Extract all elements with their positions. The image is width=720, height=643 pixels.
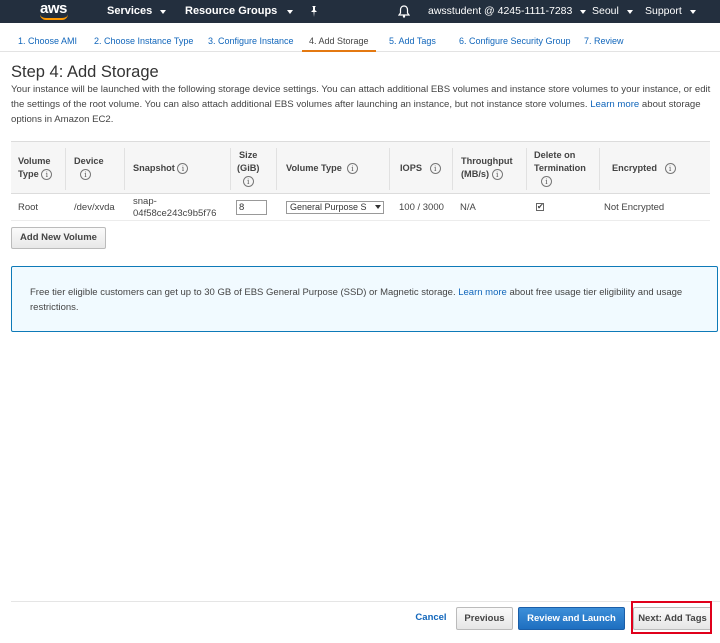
tab-configure-instance[interactable]: 3. Configure Instance	[208, 23, 294, 52]
pin-icon[interactable]	[309, 0, 319, 23]
region-label: Seoul	[592, 5, 619, 17]
tab-add-storage[interactable]: 4. Add Storage	[302, 23, 376, 52]
volume-type-select[interactable]: General Purpose S	[286, 201, 384, 214]
size-input[interactable]	[236, 200, 267, 215]
resource-groups-label: Resource Groups	[185, 5, 278, 17]
info-icon[interactable]: i	[41, 169, 53, 181]
info-icon[interactable]: i	[664, 163, 676, 175]
chevron-down-icon	[626, 9, 633, 14]
chevron-down-icon	[580, 9, 587, 14]
header-volume-type-select: Volume Type i	[286, 162, 358, 175]
info-icon[interactable]: i	[80, 169, 91, 181]
footer-divider	[11, 601, 720, 602]
services-label: Services	[107, 5, 153, 17]
header-throughput: Throughput (MB/s) i	[461, 156, 513, 181]
next-button-highlight-box	[631, 601, 712, 634]
chevron-down-icon	[375, 205, 381, 209]
cell-throughput: N/A	[460, 202, 476, 213]
info-icon[interactable]: i	[346, 163, 358, 175]
resource-groups-menu[interactable]: Resource Groups	[185, 0, 294, 23]
tab-choose-instance-type[interactable]: 2. Choose Instance Type	[94, 23, 193, 52]
region-menu[interactable]: Seoul	[592, 0, 633, 23]
top-navbar: aws Services Resource Groups awsstudent …	[0, 0, 720, 23]
volume-type-value: General Purpose S	[290, 202, 367, 212]
support-label: Support	[645, 5, 682, 17]
account-label: awsstudent @ 4245-1111-7283	[428, 5, 573, 17]
cancel-button[interactable]: Cancel	[408, 607, 454, 630]
header-delete-on-termination: Delete on Termination i	[534, 150, 586, 188]
tab-add-tags[interactable]: 5. Add Tags	[389, 23, 436, 52]
header-device: Device i	[74, 156, 104, 181]
add-new-volume-button[interactable]: Add New Volume	[11, 227, 106, 249]
info-icon[interactable]: i	[242, 176, 254, 188]
chevron-down-icon	[689, 9, 696, 14]
cell-snapshot: snap- 04f58ce243c9b5f76	[133, 196, 217, 219]
header-snapshot: Snapshot i	[133, 162, 189, 175]
info-icon[interactable]: i	[541, 176, 552, 188]
learn-more-link[interactable]: Learn more	[590, 99, 639, 110]
review-and-launch-button[interactable]: Review and Launch	[518, 607, 625, 630]
support-menu[interactable]: Support	[645, 0, 696, 23]
free-tier-learn-more-link[interactable]: Learn more	[458, 287, 507, 298]
aws-logo[interactable]: aws	[40, 0, 68, 23]
storage-table-header: Volume Type i Device i Snapshot i Size (…	[11, 141, 710, 194]
page-title: Step 4: Add Storage	[11, 63, 159, 81]
bell-icon[interactable]	[398, 0, 410, 23]
info-icon[interactable]: i	[491, 169, 503, 181]
previous-button[interactable]: Previous	[456, 607, 513, 630]
info-icon[interactable]: i	[177, 163, 189, 175]
account-menu[interactable]: awsstudent @ 4245-1111-7283	[428, 0, 587, 23]
delete-on-termination-checkbox[interactable]: ✔	[536, 203, 544, 211]
header-size: Size (GiB) i	[237, 150, 260, 188]
cell-device: /dev/xvda	[74, 202, 115, 213]
tab-configure-security-group[interactable]: 6. Configure Security Group	[459, 23, 571, 52]
tab-choose-ami[interactable]: 1. Choose AMI	[18, 23, 77, 52]
header-encrypted: Encrypted i	[612, 162, 676, 175]
aws-logo-smile-icon	[40, 14, 68, 20]
cell-volume-type: Root	[18, 202, 39, 213]
header-iops: IOPS i	[400, 162, 441, 175]
cell-iops: 100 / 3000	[399, 202, 444, 213]
page-description: Your instance will be launched with the …	[11, 82, 711, 127]
tab-review[interactable]: 7. Review	[584, 23, 624, 52]
info-icon[interactable]: i	[429, 163, 441, 175]
services-menu[interactable]: Services	[107, 0, 167, 23]
header-volume-type: Volume Type i	[18, 156, 53, 181]
chevron-down-icon	[160, 9, 167, 14]
free-tier-info-text: Free tier eligible customers can get up …	[30, 287, 683, 313]
chevron-down-icon	[287, 9, 294, 14]
cell-encrypted: Not Encrypted	[604, 202, 665, 213]
wizard-tabs: 1. Choose AMI 2. Choose Instance Type 3.…	[0, 23, 720, 52]
free-tier-info-box: Free tier eligible customers can get up …	[11, 266, 718, 332]
